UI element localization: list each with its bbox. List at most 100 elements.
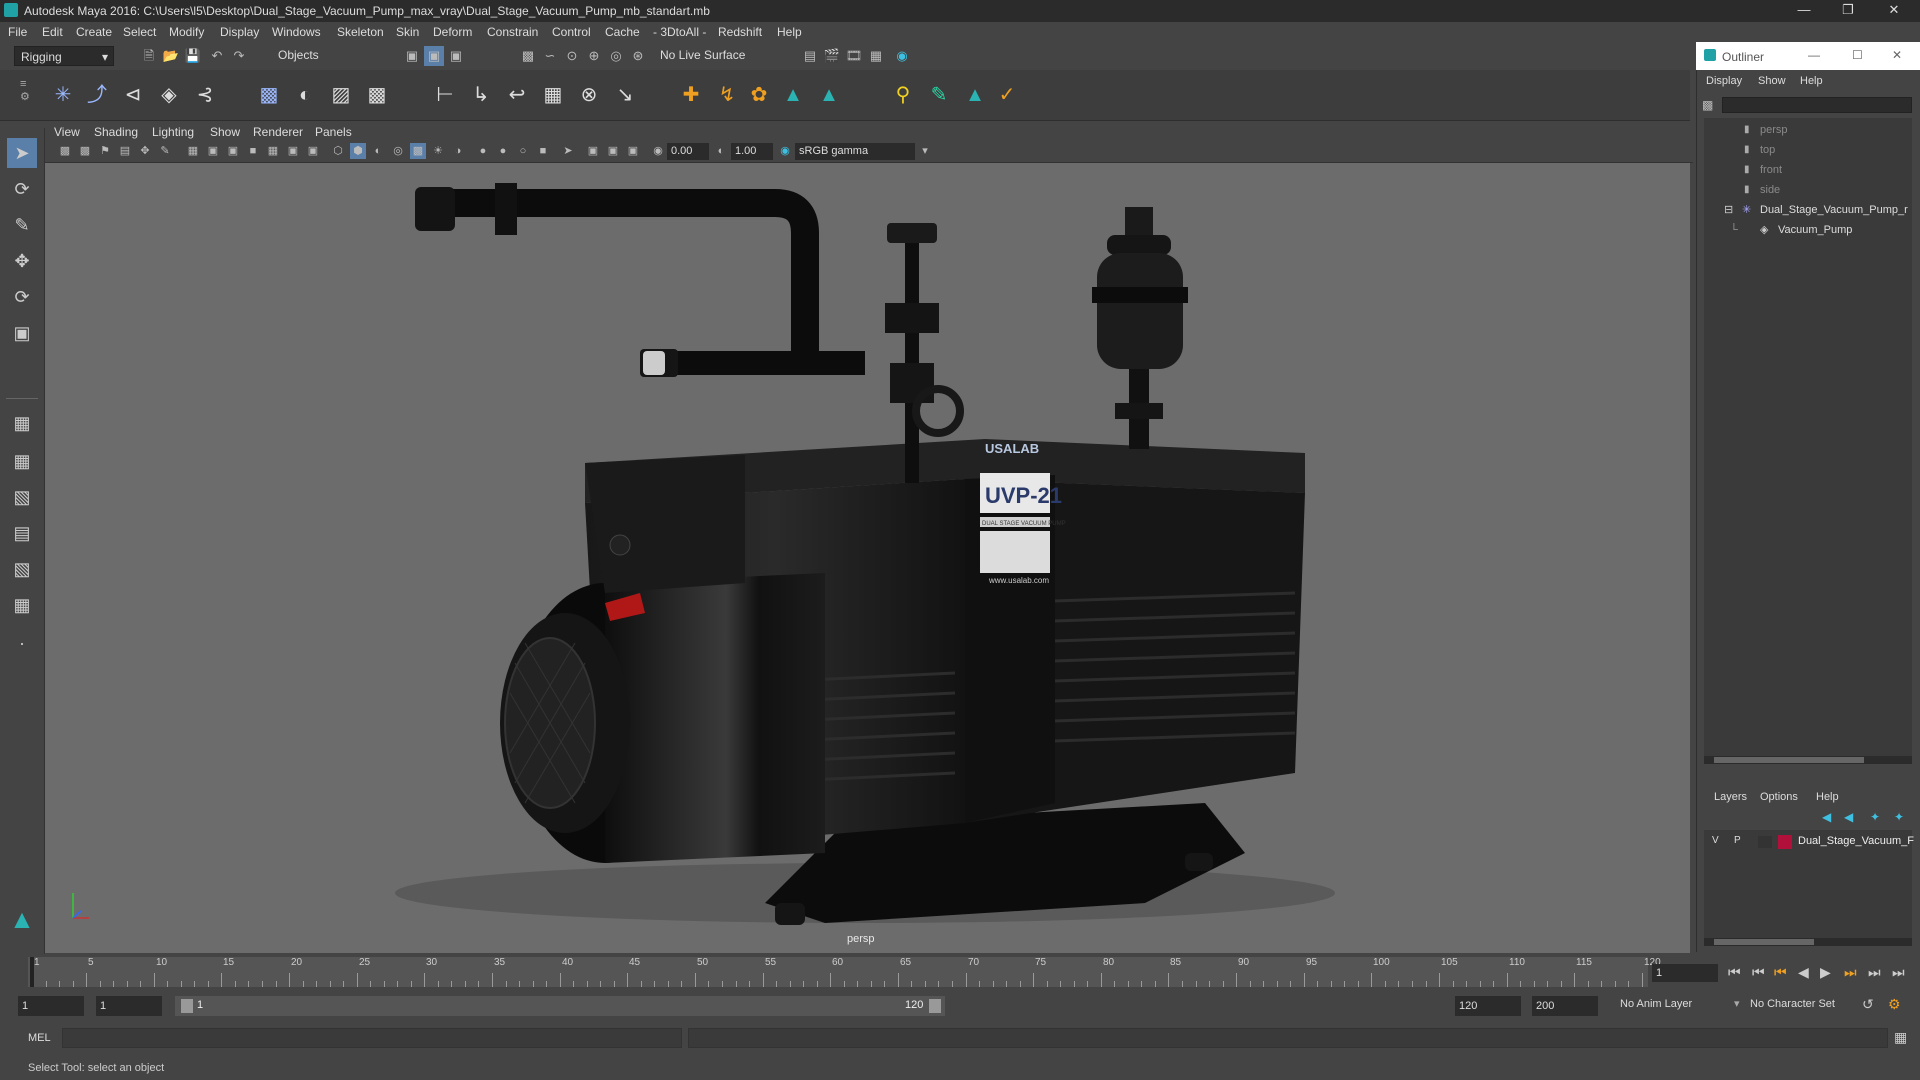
bind-skin-icon[interactable]: ▩ bbox=[254, 80, 284, 110]
lasso-tool-icon[interactable]: ⟳ bbox=[7, 174, 37, 204]
menu-create[interactable]: Create bbox=[76, 25, 112, 39]
bookmark-icon[interactable]: ⚑ bbox=[97, 143, 113, 159]
layers-menu-layers[interactable]: Layers bbox=[1714, 791, 1747, 803]
menu-control[interactable]: Control bbox=[552, 25, 591, 39]
safe-action-icon[interactable]: ▣ bbox=[285, 143, 301, 159]
vp-menu-view[interactable]: View bbox=[54, 125, 80, 139]
scrollbar-thumb[interactable] bbox=[1714, 757, 1864, 763]
layers-menu-help[interactable]: Help bbox=[1816, 791, 1839, 803]
outliner-item-vacuum-pump[interactable]: └ ◈ Vacuum_Pump bbox=[1704, 220, 1912, 240]
close-button[interactable]: ✕ bbox=[1872, 0, 1916, 22]
go-to-start-icon[interactable]: ⏮ bbox=[1728, 964, 1741, 981]
new-layer-selected-icon[interactable]: ✦ bbox=[1894, 810, 1904, 824]
viewport-persp[interactable]: USALAB UVP-21 DUAL STAGE VACUUM PUMP www… bbox=[45, 163, 1690, 953]
layer-display-type[interactable] bbox=[1758, 836, 1772, 848]
v-shape-icon[interactable]: ✓ bbox=[992, 80, 1022, 110]
menu-constrain[interactable]: Constrain bbox=[487, 25, 538, 39]
outliner-item-top[interactable]: ▮ top bbox=[1704, 140, 1912, 160]
motion-blur-icon[interactable]: ● bbox=[495, 143, 511, 159]
menu-edit[interactable]: Edit bbox=[42, 25, 63, 39]
maya-m-icon[interactable]: ▲ bbox=[778, 80, 808, 110]
gamma-field[interactable]: 1.00 bbox=[731, 143, 773, 160]
menu-3dtoall[interactable]: - 3DtoAll - bbox=[653, 25, 706, 39]
select-component-icon[interactable]: ▣ bbox=[446, 46, 466, 66]
chevron-down-icon[interactable]: ▾ bbox=[917, 143, 933, 159]
outliner-h-scrollbar[interactable] bbox=[1704, 756, 1912, 764]
render-settings-icon[interactable]: ▦ bbox=[866, 46, 886, 66]
use-all-lights-icon[interactable]: ☀ bbox=[430, 143, 446, 159]
xray-joints-icon[interactable]: ▣ bbox=[605, 143, 621, 159]
camera-attributes-icon[interactable]: ▩ bbox=[77, 143, 93, 159]
outliner-maximize-button[interactable]: ☐ bbox=[1852, 48, 1863, 62]
outliner-menu-display[interactable]: Display bbox=[1706, 75, 1742, 87]
menu-modify[interactable]: Modify bbox=[169, 25, 204, 39]
shadows-icon[interactable]: ◑ bbox=[450, 143, 466, 159]
paint-select-icon[interactable]: ✎ bbox=[7, 210, 37, 240]
play-forwards-icon[interactable]: ▶ bbox=[1820, 964, 1831, 981]
menu-cache[interactable]: Cache bbox=[605, 25, 640, 39]
outliner-menu-help[interactable]: Help bbox=[1800, 75, 1823, 87]
isolate-select-icon[interactable]: ➤ bbox=[560, 143, 576, 159]
locator-icon[interactable]: ✚ bbox=[676, 80, 706, 110]
layer-visibility-toggle[interactable]: V bbox=[1712, 835, 1719, 846]
vp-menu-renderer[interactable]: Renderer bbox=[253, 125, 303, 139]
pole-vector-icon[interactable]: ↘ bbox=[610, 80, 640, 110]
snap-surface-icon[interactable]: ◎ bbox=[606, 46, 626, 66]
layer-color-swatch[interactable] bbox=[1778, 835, 1792, 849]
parent-constraint-icon[interactable]: ⊢ bbox=[430, 80, 460, 110]
collapse-icon[interactable]: ⊟ bbox=[1724, 200, 1733, 220]
depth-of-field-icon[interactable]: ■ bbox=[535, 143, 551, 159]
anim-layer-dropdown[interactable]: No Anim Layer bbox=[1620, 998, 1692, 1010]
vp-menu-shading[interactable]: Shading bbox=[94, 125, 138, 139]
four-view-icon[interactable]: ▦ bbox=[7, 446, 37, 476]
timeline-ruler[interactable]: 1 5 10 15 20 25 30 35 40 45 50 55 60 65 70 75 80 85 90 95 10… bbox=[28, 957, 1661, 987]
snap-grid-icon[interactable]: ▩ bbox=[518, 46, 538, 66]
scale-tool-icon[interactable]: ▣ bbox=[7, 318, 37, 348]
save-scene-icon[interactable]: 💾 bbox=[183, 46, 203, 66]
more-layouts-icon[interactable]: · bbox=[7, 628, 37, 658]
range-start-handle[interactable] bbox=[181, 999, 193, 1013]
field-chart-icon[interactable]: ▦ bbox=[265, 143, 281, 159]
script-language-label[interactable]: MEL bbox=[28, 1032, 51, 1044]
persp-graph-icon[interactable]: ▧ bbox=[7, 554, 37, 584]
play-backwards-icon[interactable]: ◀ bbox=[1798, 964, 1809, 981]
redo-icon[interactable]: ↷ bbox=[229, 46, 249, 66]
selection-mode-dropdown[interactable]: Objects bbox=[278, 48, 378, 64]
current-frame-field[interactable]: 1 bbox=[1652, 964, 1718, 982]
outliner-menu-show[interactable]: Show bbox=[1758, 75, 1786, 87]
command-input[interactable] bbox=[62, 1028, 682, 1048]
menu-windows[interactable]: Windows bbox=[272, 25, 321, 39]
render-frame-icon[interactable]: 🎬 bbox=[822, 46, 842, 66]
step-forward-key-icon[interactable]: ⏭ bbox=[1868, 964, 1881, 981]
menu-redshift[interactable]: Redshift bbox=[718, 25, 762, 39]
view-transform-dropdown[interactable]: sRGB gamma bbox=[795, 143, 915, 160]
side-by-side-icon[interactable]: ▧ bbox=[7, 482, 37, 512]
joint-tool-icon[interactable]: ✳ bbox=[48, 80, 78, 110]
mirror-joint-icon[interactable]: ⊰ bbox=[190, 80, 220, 110]
move-layer-up-icon[interactable]: ◀ bbox=[1822, 810, 1831, 824]
open-scene-icon[interactable]: 📂 bbox=[161, 46, 181, 66]
xray-components-icon[interactable]: ▣ bbox=[625, 143, 641, 159]
wireframe-icon[interactable]: ⬡ bbox=[330, 143, 346, 159]
hypershade-icon[interactable]: ◉ bbox=[892, 46, 912, 66]
orient-constraint-icon[interactable]: ↩ bbox=[502, 80, 532, 110]
new-layer-icon[interactable]: ✦ bbox=[1870, 810, 1880, 824]
outliner-close-button[interactable]: ✕ bbox=[1892, 48, 1902, 62]
select-object-icon[interactable]: ▣ bbox=[424, 46, 444, 66]
ik-spline-icon[interactable]: ⊲ bbox=[118, 80, 148, 110]
rotate-tool-icon[interactable]: ⟳ bbox=[7, 282, 37, 312]
exposure-icon[interactable]: ◉ bbox=[650, 143, 666, 159]
snap-curve-icon[interactable]: ∽ bbox=[540, 46, 560, 66]
preferences-icon[interactable]: ⚙ bbox=[1888, 996, 1901, 1013]
scale-constraint-icon[interactable]: ▦ bbox=[538, 80, 568, 110]
layer-row[interactable]: V P Dual_Stage_Vacuum_F bbox=[1704, 832, 1914, 852]
minimize-button[interactable]: — bbox=[1782, 0, 1826, 22]
chevron-down-icon[interactable]: ▾ bbox=[1734, 997, 1740, 1010]
step-forward-frame-icon[interactable]: ⏭ bbox=[1844, 964, 1857, 981]
cluster-icon[interactable]: ▩ bbox=[362, 80, 392, 110]
step-back-frame-icon[interactable]: ⏮ bbox=[1774, 964, 1787, 981]
maya-m2-icon[interactable]: ▲ bbox=[814, 80, 844, 110]
paint-weights-icon[interactable]: ◐ bbox=[290, 80, 320, 110]
outliner-search-input[interactable] bbox=[1722, 97, 1912, 113]
grid-icon[interactable]: ▦ bbox=[185, 143, 201, 159]
